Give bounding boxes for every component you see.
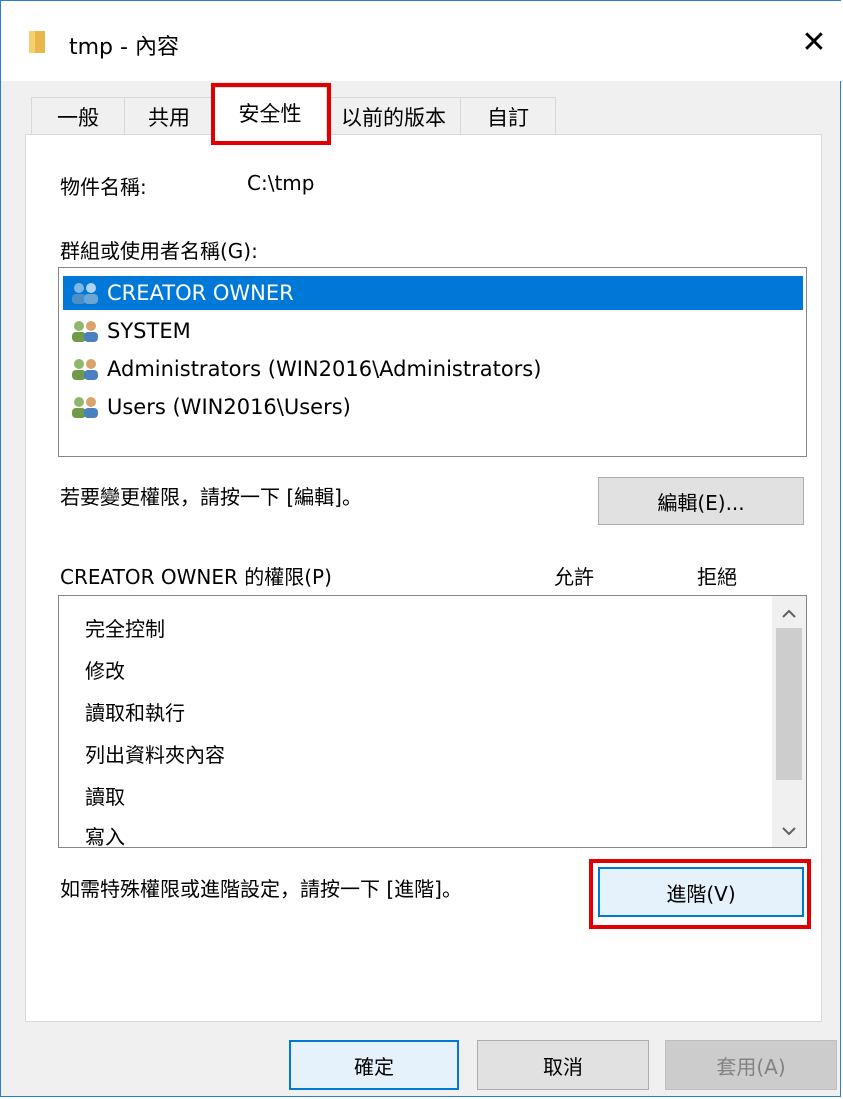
edit-button[interactable]: 編輯(E)... [598,477,804,525]
tab-general[interactable]: 一般 [31,97,125,135]
permission-item: 寫入 [85,825,125,848]
tab-label: 安全性 [238,101,302,126]
permission-item: 列出資料夾內容 [85,743,225,767]
groups-label: 群組或使用者名稱(G): [60,239,258,263]
list-item[interactable]: Administrators (WIN2016\Administrators) [63,352,803,386]
edit-button-label: 編輯(E)... [657,490,745,515]
ok-button-label: 確定 [354,1054,394,1079]
cancel-button[interactable]: 取消 [477,1040,649,1090]
permission-item: 完全控制 [85,617,165,641]
tab-label: 自訂 [487,105,529,130]
tab-label: 以前的版本 [341,105,446,130]
folder-icon [29,31,45,53]
permissions-list[interactable]: 完全控制 修改 讀取和執行 列出資料夾內容 讀取 寫入 [58,595,807,848]
apply-button[interactable]: 套用(A) [665,1040,837,1090]
scroll-thumb[interactable] [776,628,802,780]
vertical-scrollbar[interactable] [772,596,806,847]
ok-button[interactable]: 確定 [289,1040,459,1090]
list-item[interactable]: Users (WIN2016\Users) [63,390,803,424]
users-icon [72,283,98,304]
permissions-header: CREATOR OWNER 的權限(P) [60,565,332,589]
window-title: tmp - 內容 [69,35,179,60]
object-name-label: 物件名稱: [60,175,147,199]
chevron-up-icon [782,609,796,618]
apply-button-label: 套用(A) [716,1054,786,1079]
users-icon [72,359,98,380]
permission-item: 讀取 [85,785,125,809]
list-item-name: CREATOR OWNER [107,281,294,305]
title-bar: tmp - 內容 ✕ [1,1,842,81]
chevron-down-icon [782,826,796,835]
tab-previous-versions[interactable]: 以前的版本 [326,97,461,135]
edit-hint: 若要變更權限，請按一下 [編輯]。 [60,485,362,509]
users-icon [72,397,98,418]
advanced-button-label: 進階(V) [666,881,736,906]
list-item-name: Users (WIN2016\Users) [107,395,351,419]
scroll-down-button[interactable] [772,816,806,846]
cancel-button-label: 取消 [543,1054,583,1079]
object-name-value: C:\tmp [247,171,315,195]
permission-item: 讀取和執行 [85,701,185,725]
tab-security[interactable]: 安全性 [213,87,327,137]
deny-column-header: 拒絕 [697,565,737,589]
list-item[interactable]: CREATOR OWNER [63,276,803,310]
permission-item: 修改 [85,659,125,683]
list-item[interactable]: SYSTEM [63,314,803,348]
scroll-up-button[interactable] [772,598,806,628]
advanced-button[interactable]: 進階(V) [598,867,804,917]
advanced-hint: 如需特殊權限或進階設定，請按一下 [進階]。 [60,877,462,901]
groups-listbox[interactable]: CREATOR OWNER SYSTEM Administrators (WIN… [58,267,807,457]
tab-label: 一般 [57,105,99,130]
list-item-name: SYSTEM [107,319,191,343]
allow-column-header: 允許 [554,565,594,589]
tab-customize[interactable]: 自訂 [460,97,556,135]
close-button[interactable]: ✕ [791,19,837,65]
tab-sharing[interactable]: 共用 [124,97,214,135]
list-item-name: Administrators (WIN2016\Administrators) [107,357,542,381]
close-icon: ✕ [801,24,827,60]
tab-label: 共用 [148,105,190,130]
properties-dialog: tmp - 內容 ✕ 一般 共用 安全性 以前的版本 自訂 物件名稱: C:\t… [0,0,842,1097]
users-icon [72,321,98,342]
